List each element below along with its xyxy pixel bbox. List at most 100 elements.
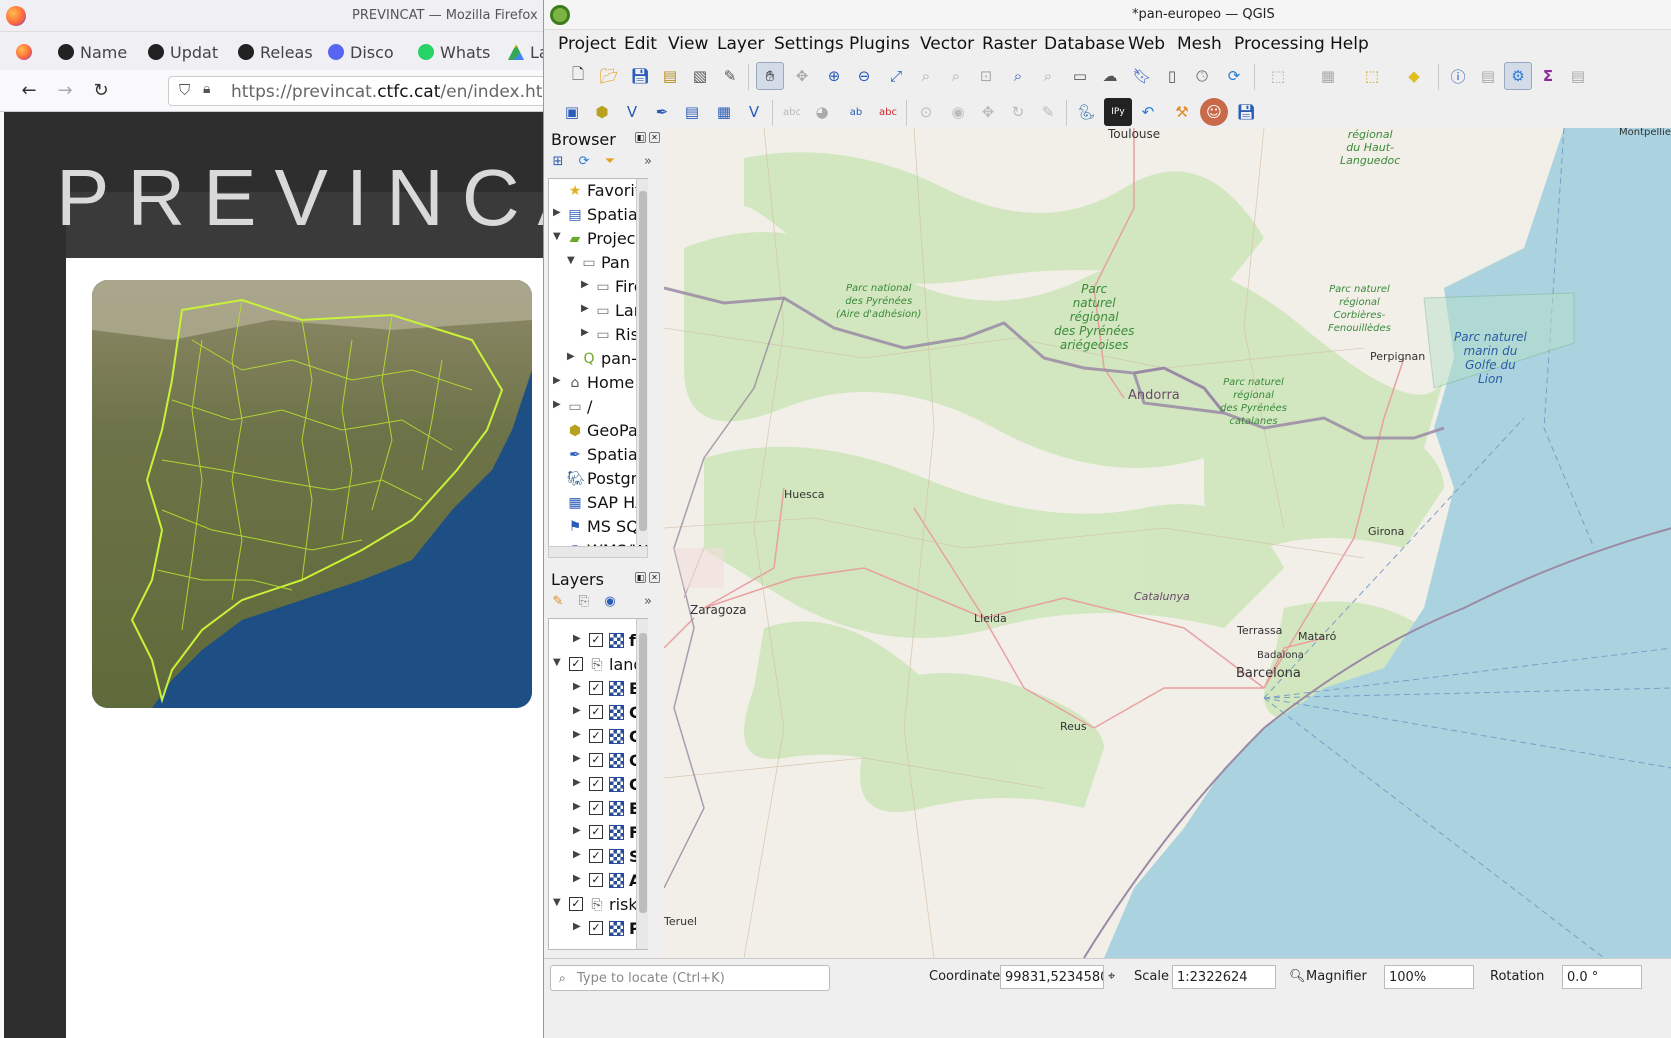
browser-hscrollbar[interactable] bbox=[548, 546, 648, 558]
menu-vector[interactable]: Vector bbox=[920, 34, 974, 54]
filter-icon[interactable]: ⏷ bbox=[602, 154, 618, 170]
zoom-to-selection-icon[interactable]: ⌕ bbox=[912, 62, 940, 90]
expand-arrow-icon[interactable]: ▶ bbox=[573, 825, 581, 836]
menu-web[interactable]: Web bbox=[1128, 34, 1165, 54]
layer-row[interactable]: ▶ ✓ fl bbox=[549, 629, 647, 653]
attribute-table-icon[interactable]: ▦ bbox=[1314, 62, 1342, 90]
browser-item-pan-e-project[interactable]: ▶ Qpan-e bbox=[549, 347, 647, 371]
python-console-icon[interactable]: 🐍︎ bbox=[1072, 98, 1100, 126]
layer-row[interactable]: ▶ ✓ F bbox=[549, 821, 647, 845]
browser-item-fire[interactable]: ▶ ▭ Fire bbox=[549, 275, 647, 299]
scale-field[interactable]: 1:2322624 bbox=[1172, 965, 1276, 989]
menu-project[interactable]: Project bbox=[558, 34, 616, 54]
open-project-icon[interactable]: 📂︎ bbox=[595, 62, 623, 90]
add-group-icon[interactable]: ⎘ bbox=[576, 594, 592, 610]
magnifier-field[interactable]: 100% bbox=[1384, 965, 1474, 989]
shield-icon[interactable]: ⛉ bbox=[179, 81, 190, 99]
temporal-controller-icon[interactable]: 🕓︎ bbox=[1188, 62, 1216, 90]
expand-arrow-icon[interactable]: ▶ bbox=[573, 873, 581, 884]
zoom-native-icon[interactable]: ⊡ bbox=[972, 62, 1000, 90]
expand-arrow-icon[interactable]: ▶ bbox=[553, 375, 561, 386]
panel-close-button[interactable]: ✕ bbox=[649, 132, 660, 143]
map-canvas[interactable]: Toulouse Montpellier régional du Haut- L… bbox=[664, 128, 1671, 958]
menu-processing[interactable]: Processing bbox=[1234, 34, 1325, 54]
move-label-icon[interactable]: ✥ bbox=[974, 98, 1002, 126]
group-visibility-checkbox[interactable]: ✓ bbox=[569, 897, 583, 911]
browser-item-spatialite[interactable]: ✒ SpatialL bbox=[549, 443, 647, 467]
layer-visibility-checkbox[interactable]: ✓ bbox=[589, 753, 603, 767]
layer-row[interactable]: ▶ ✓ C bbox=[549, 773, 647, 797]
layer-visibility-checkbox[interactable]: ✓ bbox=[589, 849, 603, 863]
expand-arrow-icon[interactable]: ▶ bbox=[567, 351, 575, 362]
expand-arrow-icon[interactable]: ▶ bbox=[581, 279, 589, 290]
group-visibility-checkbox[interactable]: ✓ bbox=[569, 657, 583, 671]
layer-visibility-checkbox[interactable]: ✓ bbox=[589, 681, 603, 695]
ipython-console-icon[interactable]: IPy bbox=[1104, 98, 1132, 126]
layer-row[interactable]: ▶✓B bbox=[549, 677, 647, 701]
undo-icon[interactable]: ↶ bbox=[1134, 98, 1162, 126]
tab-releas[interactable]: Releas bbox=[238, 40, 313, 64]
lock-icon[interactable]: 🔒︎ bbox=[203, 81, 210, 97]
browser-scrollbar[interactable] bbox=[636, 179, 648, 545]
collapse-arrow-icon[interactable]: ▼ bbox=[553, 657, 561, 668]
layer-labeling-icon[interactable]: ab bbox=[842, 98, 870, 126]
pan-to-selection-icon[interactable]: ✥ bbox=[788, 62, 816, 90]
layer-row[interactable]: ▶ ✓ E bbox=[549, 797, 647, 821]
layer-row[interactable]: ▶ ✓ C bbox=[549, 725, 647, 749]
expand-arrow-icon[interactable]: ▶ bbox=[573, 849, 581, 860]
coordinate-field[interactable]: 99831,5234580 bbox=[1000, 965, 1104, 989]
refresh-icon[interactable]: ⟳ bbox=[576, 154, 592, 170]
browser-item-home[interactable]: ▶ ⌂ Home bbox=[549, 371, 647, 395]
layer-row[interactable]: ▶ ✓ P bbox=[549, 917, 647, 941]
expand-arrow-icon[interactable]: ▶ bbox=[573, 705, 581, 716]
forward-button[interactable]: → bbox=[54, 80, 76, 102]
tab-whats[interactable]: Whats bbox=[418, 40, 490, 64]
avatar-plugin-icon[interactable]: ☺ bbox=[1200, 98, 1228, 126]
layer-row[interactable]: ▶✓A bbox=[549, 869, 647, 893]
browser-item-sap-hana[interactable]: ▦ SAP HA bbox=[549, 491, 647, 515]
layer-visibility-checkbox[interactable]: ✓ bbox=[589, 873, 603, 887]
browser-item-spatial-bookmarks[interactable]: ▶ ▤ Spatial bbox=[549, 203, 647, 227]
select-features-icon[interactable]: ⬚ bbox=[1264, 62, 1292, 90]
change-label-icon[interactable]: ✎ bbox=[1034, 98, 1062, 126]
browser-item-mssql[interactable]: ⚑ MS SQL bbox=[549, 515, 647, 539]
expand-arrow-icon[interactable]: ▶ bbox=[581, 327, 589, 338]
layer-visibility-checkbox[interactable]: ✓ bbox=[589, 777, 603, 791]
pan-map-icon[interactable]: ✋︎ bbox=[756, 62, 784, 90]
layer-visibility-checkbox[interactable]: ✓ bbox=[589, 729, 603, 743]
layers-scrollbar-thumb[interactable] bbox=[639, 633, 647, 913]
new-project-icon[interactable]: 🗋 bbox=[564, 62, 592, 90]
pin-labels-icon[interactable]: ⊙ bbox=[912, 98, 940, 126]
processing-toolbox-icon[interactable]: ⚙︎ bbox=[1504, 62, 1532, 90]
tab-disco[interactable]: Disco bbox=[328, 40, 394, 64]
refresh-icon[interactable]: ⟳ bbox=[1220, 62, 1248, 90]
zoom-in-icon[interactable]: ⊕ bbox=[820, 62, 848, 90]
panel-close-button[interactable]: ✕ bbox=[649, 572, 660, 583]
menu-database[interactable]: Database bbox=[1044, 34, 1125, 54]
layer-visibility-checkbox[interactable]: ✓ bbox=[589, 921, 603, 935]
new-3d-map-view-icon[interactable]: ☁︎ bbox=[1096, 62, 1124, 90]
expand-arrow-icon[interactable]: ▶ bbox=[573, 801, 581, 812]
layer-group-row[interactable]: ▼ ✓ ⎘ risk bbox=[549, 893, 647, 917]
zoom-next-icon[interactable]: ⌕ bbox=[1034, 62, 1062, 90]
new-print-layout-icon[interactable]: ▤ bbox=[656, 62, 684, 90]
zoom-full-icon[interactable]: ⤢ bbox=[882, 62, 910, 90]
more-tools-icon[interactable]: » bbox=[640, 154, 656, 170]
new-spatialite-layer-icon[interactable]: ✒ bbox=[648, 98, 676, 126]
browser-scrollbar-thumb[interactable] bbox=[639, 191, 647, 531]
new-mesh-layer-icon[interactable]: V bbox=[740, 98, 768, 126]
diagram-icon[interactable]: ◕ bbox=[808, 98, 836, 126]
more-tools-icon[interactable]: » bbox=[640, 594, 656, 610]
expand-arrow-icon[interactable]: ▶ bbox=[573, 777, 581, 788]
tab-la[interactable]: La bbox=[508, 40, 548, 64]
new-shapefile-layer-icon[interactable]: V bbox=[618, 98, 646, 126]
browser-item-favorites[interactable]: ★Favorites bbox=[549, 179, 647, 203]
expand-arrow-icon[interactable]: ▶ bbox=[581, 303, 589, 314]
zoom-last-icon[interactable]: ⌕ bbox=[1004, 62, 1032, 90]
zoom-to-layer-icon[interactable]: ⌕ bbox=[942, 62, 970, 90]
deselect-icon[interactable]: ⬚ bbox=[1358, 62, 1386, 90]
layer-visibility-checkbox[interactable]: ✓ bbox=[589, 801, 603, 815]
collapse-arrow-icon[interactable]: ▼ bbox=[567, 255, 575, 266]
menu-edit[interactable]: Edit bbox=[624, 34, 657, 54]
manage-visibility-icon[interactable]: ◉ bbox=[602, 594, 618, 610]
